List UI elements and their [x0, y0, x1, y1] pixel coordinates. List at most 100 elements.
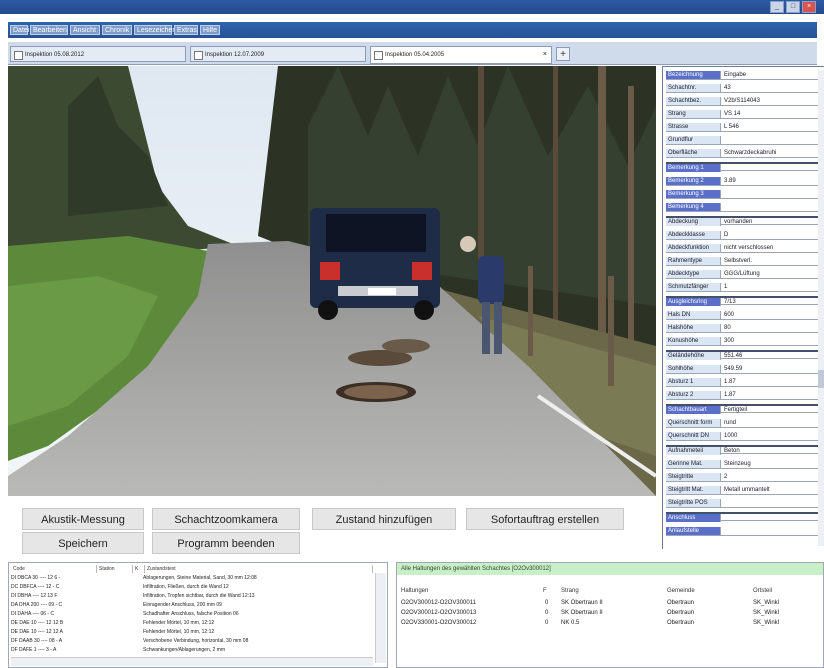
property-value[interactable]: vorhanden — [722, 218, 818, 226]
property-row[interactable]: Abdeckklasse D — [666, 231, 818, 240]
property-row[interactable]: Ausgleichsring 7/13 — [666, 296, 818, 306]
property-value[interactable]: 1 — [722, 283, 818, 291]
property-value[interactable] — [722, 164, 818, 172]
property-value[interactable]: 300 — [722, 337, 818, 345]
property-value[interactable]: Eingabe — [722, 71, 818, 79]
tab-inspektion-2012[interactable]: Inspektion 05.08.2012 — [10, 46, 186, 62]
property-value[interactable]: 1.87 — [722, 391, 818, 399]
property-row[interactable]: Konushöhe 300 — [666, 337, 818, 346]
list-scrollbar[interactable] — [375, 573, 386, 663]
property-row[interactable]: Gerinne Mat. Steinzeug — [666, 460, 818, 469]
list-item[interactable]: DI DBHA ---- 12 13 F Infiltration, Tropfe… — [11, 593, 371, 600]
property-row[interactable]: Strasse L 546 — [666, 123, 818, 132]
property-value[interactable] — [722, 190, 818, 198]
property-value[interactable]: 2 — [722, 473, 818, 481]
property-row[interactable]: Strang VS 14 — [666, 110, 818, 119]
menu-bearbeiten[interactable]: Bearbeiten — [30, 25, 68, 35]
property-value[interactable]: 7/13 — [722, 298, 818, 306]
property-row[interactable]: Schmutzfänger 1 — [666, 283, 818, 292]
property-row[interactable]: Sohlhöhe 549.59 — [666, 365, 818, 374]
property-row[interactable]: Absturz 2 1.87 — [666, 391, 818, 400]
property-value[interactable]: 551.46 — [722, 352, 818, 360]
maximize-icon[interactable]: □ — [786, 1, 800, 13]
close-icon[interactable]: × — [802, 1, 816, 13]
list-item[interactable]: DE DAE 10 ---- 12 12 A Fehlender Mörtel, … — [11, 629, 371, 636]
property-row[interactable]: Bemerkung 3 — [666, 190, 818, 199]
close-icon[interactable]: × — [543, 47, 547, 63]
property-row[interactable]: Halshöhe 80 — [666, 324, 818, 333]
property-row[interactable]: Steigtritt Mat. Metall ummantelt — [666, 486, 818, 495]
property-row[interactable]: Oberfläche Schwarzdeckabruhi — [666, 149, 818, 158]
property-row[interactable]: Bezeichnung Eingabe — [666, 71, 818, 80]
tab-checkbox[interactable] — [374, 51, 383, 60]
list-item[interactable]: DF DAFE 1 ---- 3 - A Schwankungen/Ablager… — [11, 647, 371, 654]
property-row[interactable]: Bemerkung 1 — [666, 162, 818, 172]
plus-icon[interactable]: + — [556, 47, 570, 61]
property-row[interactable]: Steigtritte POS — [666, 499, 818, 508]
property-value[interactable]: 43 — [722, 84, 818, 92]
property-value[interactable] — [722, 499, 818, 507]
property-row[interactable]: Anschluss — [666, 512, 818, 522]
property-value[interactable]: L 546 — [722, 123, 818, 131]
property-value[interactable]: Schwarzdeckabruhi — [722, 149, 818, 157]
menu-chronik[interactable]: Chronik — [102, 25, 132, 35]
list-item[interactable]: DA DHA 200 ---- 09 - C Einragender Anschl… — [11, 602, 371, 609]
column-header-strang[interactable]: Strang — [561, 587, 579, 596]
property-value[interactable]: Steinzeug — [722, 460, 818, 468]
column-header-station[interactable]: Station — [97, 565, 133, 573]
schachtzoomkamera-button[interactable]: Schachtzoomkamera — [152, 508, 300, 530]
menu-lesezeichen[interactable]: Lesezeichen — [134, 25, 176, 35]
property-row[interactable]: Abdecktype GGG/Lüftung — [666, 270, 818, 279]
tab-checkbox[interactable] — [194, 51, 203, 60]
property-row[interactable]: Hals DN 600 — [666, 311, 818, 320]
property-row[interactable]: Schachtnr. 43 — [666, 84, 818, 93]
property-row[interactable]: Geländehöhe 551.46 — [666, 350, 818, 360]
column-header-haltungen[interactable]: Haltungen — [401, 587, 428, 596]
menu-ansicht[interactable]: Ansicht — [70, 25, 100, 35]
property-value[interactable]: 80 — [722, 324, 818, 332]
property-value[interactable]: rund — [722, 419, 818, 427]
property-row[interactable]: Bemerkung 2 3.89 — [666, 177, 818, 186]
property-row[interactable]: Querschnitt form rund — [666, 419, 818, 428]
property-value[interactable]: Selbstverl. — [722, 257, 818, 265]
property-value[interactable]: 1000 — [722, 432, 818, 440]
column-header-f[interactable]: F — [543, 587, 547, 596]
property-value[interactable]: V2b/S114043 — [722, 97, 818, 105]
list-item[interactable]: DC DBFCA ---- 12 - C Infiltration, Fließe… — [11, 584, 371, 591]
property-value[interactable]: nicht verschlossen — [722, 244, 818, 252]
tab-inspektion-2009[interactable]: Inspektion 12.07.2009 — [190, 46, 366, 62]
property-value[interactable]: 600 — [722, 311, 818, 319]
property-value[interactable]: Metall ummantelt — [722, 486, 818, 494]
column-header-gemeinde[interactable]: Gemeinde — [667, 587, 695, 596]
property-row[interactable]: Grundflur — [666, 136, 818, 145]
zustand-hinzufuegen-button[interactable]: Zustand hinzufügen — [312, 508, 456, 530]
property-value[interactable]: VS 14 — [722, 110, 818, 118]
list-hscrollbar[interactable] — [11, 657, 373, 666]
property-value[interactable]: 549.59 — [722, 365, 818, 373]
minimize-icon[interactable]: _ — [770, 1, 784, 13]
property-row[interactable]: Schachtbez. V2b/S114043 — [666, 97, 818, 106]
menu-extras[interactable]: Extras — [174, 25, 198, 35]
property-row[interactable]: Aufnahmeteil Beton — [666, 445, 818, 455]
property-value[interactable] — [722, 136, 818, 144]
column-header-k[interactable]: K — [133, 565, 145, 573]
property-row[interactable]: Absturz 1 1.87 — [666, 378, 818, 387]
property-row[interactable]: Rahmentype Selbstverl. — [666, 257, 818, 266]
column-header-ortsteil[interactable]: Ortsteil — [753, 587, 772, 596]
property-row[interactable]: Anlaufstelle — [666, 527, 818, 536]
table-row[interactable]: O2OV330001-O2OV300012 0 NK 0.5 Obertraun SK_… — [397, 619, 823, 628]
sofortauftrag-erstellen-button[interactable]: Sofortauftrag erstellen — [466, 508, 624, 530]
table-row[interactable]: O2OV300012-O2OV300011 0 SK Obertraun II Obe… — [397, 599, 823, 608]
column-header-code[interactable]: Code — [11, 565, 97, 573]
property-row[interactable]: Querschnitt DN 1000 — [666, 432, 818, 441]
speichern-button[interactable]: Speichern — [22, 532, 144, 554]
property-value[interactable]: 1.87 — [722, 378, 818, 386]
property-row[interactable]: Abdeckung vorhanden — [666, 216, 818, 226]
list-item[interactable]: DF DAAB 30 ---- 08 - A Verschobene Verbin… — [11, 638, 371, 645]
list-item[interactable]: DI DAHA ---- 06 - C Schadhafter Anschluss… — [11, 611, 371, 618]
property-value[interactable] — [722, 203, 818, 211]
property-row[interactable]: Steigtritte 2 — [666, 473, 818, 482]
list-item[interactable]: DE DAE 10 ---- 12 12 B Fehlender Mörtel, … — [11, 620, 371, 627]
property-value[interactable]: 3.89 — [722, 177, 818, 185]
list-item[interactable]: DI DBCA 30 ---- 12 6 - Ablagerungen, Stei… — [11, 575, 371, 582]
